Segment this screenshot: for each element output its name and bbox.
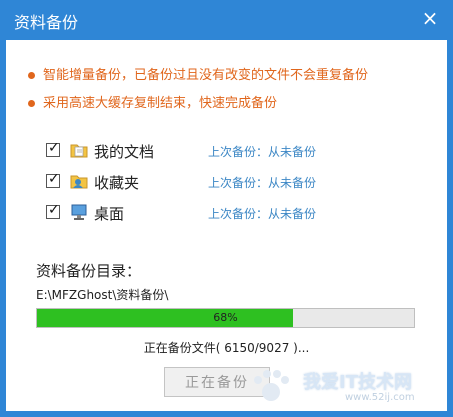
backup-item-favorites: 收藏夹 上次备份：从未备份 xyxy=(46,171,406,193)
desktop-checkbox[interactable] xyxy=(46,202,60,219)
progress-percent: 68% xyxy=(213,311,238,324)
bullet-icon xyxy=(28,72,35,79)
documents-folder-icon xyxy=(70,144,88,158)
favorites-checkbox[interactable] xyxy=(46,171,60,188)
backup-item-documents: 我的文档 上次备份：从未备份 xyxy=(46,140,406,162)
documents-checkbox[interactable] xyxy=(46,140,60,157)
tip-text: 智能增量备份，已备份过且没有改变的文件不会重复备份 xyxy=(43,68,369,83)
progress-bar: 68% xyxy=(36,308,415,328)
title-bar[interactable]: 资料备份 × xyxy=(0,0,453,40)
last-backup-status: 上次备份：从未备份 xyxy=(208,176,317,190)
tip-text: 采用高速大缓存复制结束，快速完成备份 xyxy=(43,96,278,111)
progress-status-text: 正在备份文件( 6150/9027 )... xyxy=(143,341,310,355)
dialog-body: 智能增量备份，已备份过且没有改变的文件不会重复备份 采用高速大缓存复制结束，快速… xyxy=(6,40,447,411)
last-backup-status: 上次备份：从未备份 xyxy=(208,207,317,221)
watermark-logo: 我爱IT技术网 www.52ij.com xyxy=(241,366,431,408)
paw-icon xyxy=(254,370,289,401)
backup-item-desktop: 桌面 上次备份：从未备份 xyxy=(46,202,406,224)
backup-dir-label: 资料备份目录： xyxy=(36,262,142,280)
backup-dialog: 资料备份 × 智能增量备份，已备份过且没有改变的文件不会重复备份 采用高速大缓存… xyxy=(0,0,453,417)
desktop-icon xyxy=(71,204,87,220)
last-backup-status: 上次备份：从未备份 xyxy=(208,145,317,159)
item-label: 收藏夹 xyxy=(94,174,140,192)
item-label: 桌面 xyxy=(94,205,125,223)
watermark-url: www.52ij.com xyxy=(345,392,415,403)
tip-line: 智能增量备份，已备份过且没有改变的文件不会重复备份 xyxy=(28,64,368,83)
window-title: 资料备份 xyxy=(14,13,79,32)
favorites-folder-icon xyxy=(70,175,88,189)
close-icon[interactable]: × xyxy=(419,7,441,29)
bullet-icon xyxy=(28,100,35,107)
backup-dir-path: E:\MFZGhost\资料备份\ xyxy=(36,288,169,302)
watermark-text: 我爱IT技术网 xyxy=(303,372,412,393)
tip-line: 采用高速大缓存复制结束，快速完成备份 xyxy=(28,92,277,111)
item-label: 我的文档 xyxy=(94,143,155,161)
